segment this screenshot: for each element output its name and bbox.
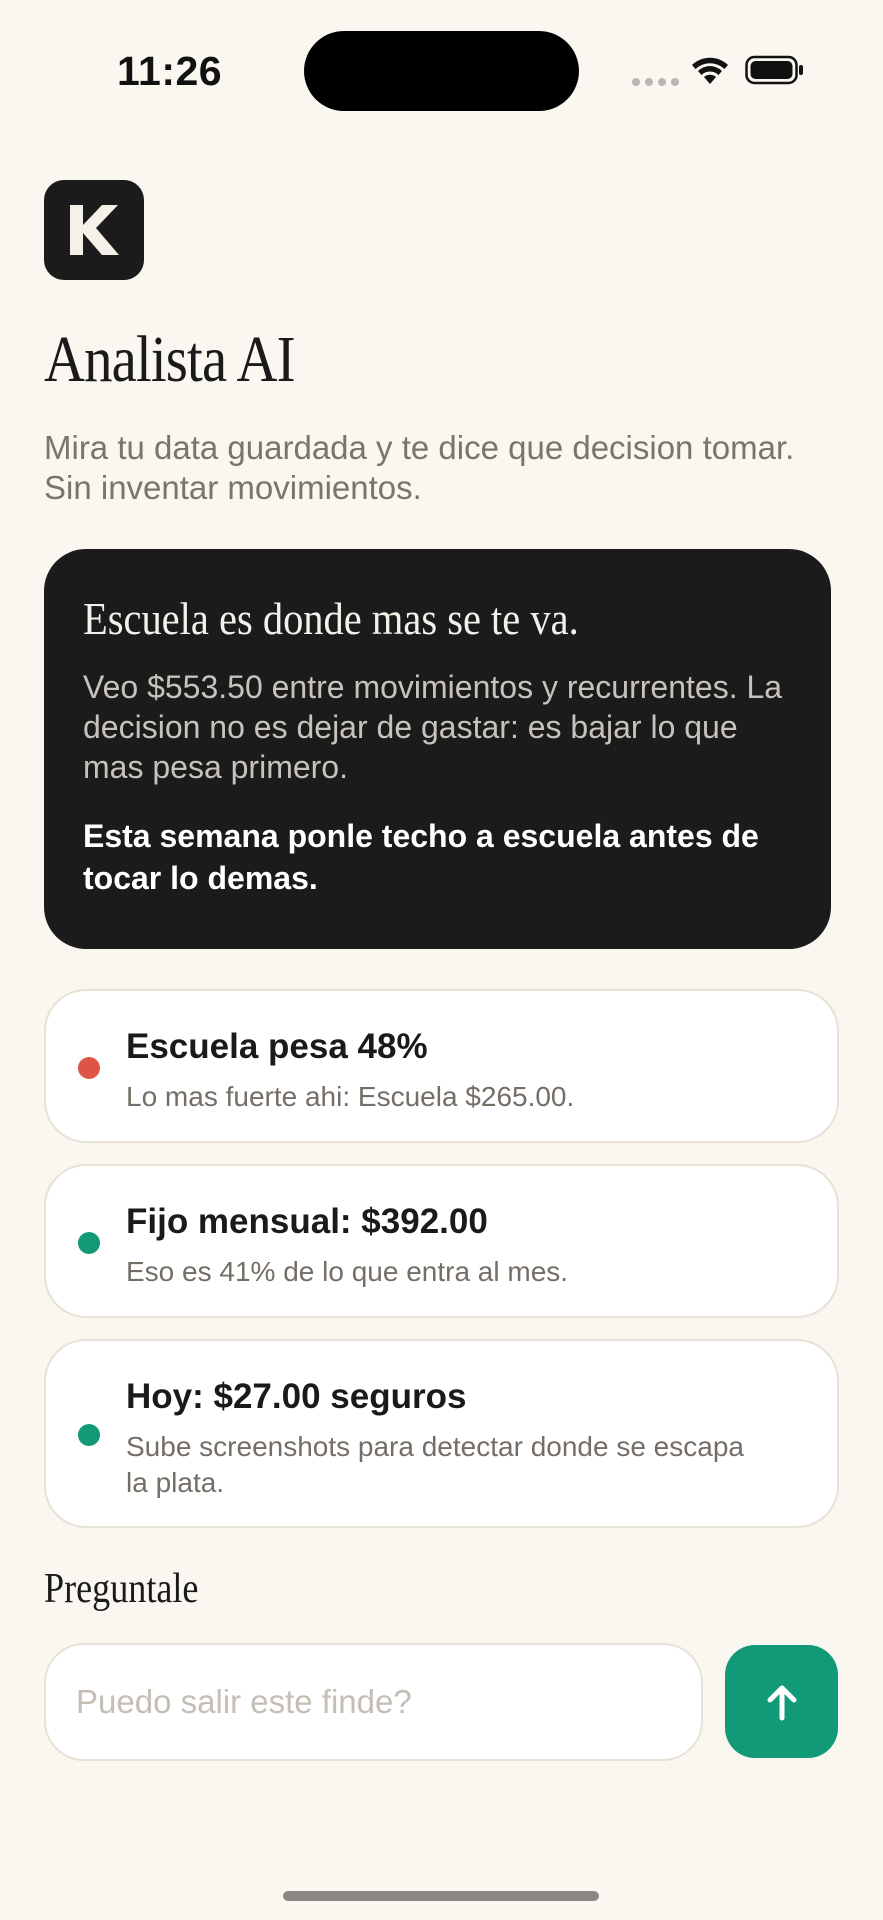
insight-card: Escuela es donde mas se te va. Veo $553.… bbox=[44, 549, 831, 949]
arrow-up-icon bbox=[767, 1685, 796, 1720]
send-button[interactable] bbox=[725, 1645, 838, 1758]
stat-card-category[interactable]: Escuela pesa 48% Lo mas fuerte ahi: Escu… bbox=[44, 989, 839, 1143]
stat-title: Hoy: $27.00 seguros bbox=[126, 1377, 467, 1416]
stat-card-fixed-monthly[interactable]: Fijo mensual: $392.00 Eso es 41% de lo q… bbox=[44, 1164, 839, 1318]
app-logo bbox=[44, 180, 144, 280]
dynamic-island bbox=[304, 31, 579, 111]
status-dot-green bbox=[78, 1424, 100, 1446]
page-title: Analista AI bbox=[44, 323, 296, 396]
status-dot-red bbox=[78, 1057, 100, 1079]
status-time: 11:26 bbox=[117, 48, 223, 94]
insight-body: Veo $553.50 entre movimientos y recurren… bbox=[83, 669, 783, 785]
stat-subtitle: Lo mas fuerte ahi: Escuela $265.00. bbox=[126, 1081, 575, 1112]
stat-card-today[interactable]: Hoy: $27.00 seguros Sube screenshots par… bbox=[44, 1339, 839, 1528]
page-subtitle: Mira tu data guardada y te dice que deci… bbox=[44, 429, 795, 506]
insight-title: Escuela es donde mas se te va. bbox=[83, 593, 579, 644]
battery-icon bbox=[745, 55, 805, 90]
logo-k-icon bbox=[70, 205, 119, 255]
ask-input[interactable] bbox=[44, 1643, 703, 1761]
wifi-icon bbox=[690, 56, 730, 91]
insight-action: Esta semana ponle techo a escuela antes … bbox=[83, 818, 759, 896]
stat-subtitle: Sube screenshots para detectar donde se … bbox=[126, 1431, 744, 1498]
status-dot-green bbox=[78, 1232, 100, 1254]
stat-title: Escuela pesa 48% bbox=[126, 1027, 428, 1066]
home-indicator[interactable] bbox=[283, 1891, 599, 1901]
stat-title: Fijo mensual: $392.00 bbox=[126, 1202, 488, 1241]
stat-subtitle: Eso es 41% de lo que entra al mes. bbox=[126, 1256, 569, 1287]
ask-label: Preguntale bbox=[44, 1566, 199, 1612]
status-bar: 11:26 bbox=[0, 0, 883, 140]
signal-icon bbox=[632, 78, 679, 86]
